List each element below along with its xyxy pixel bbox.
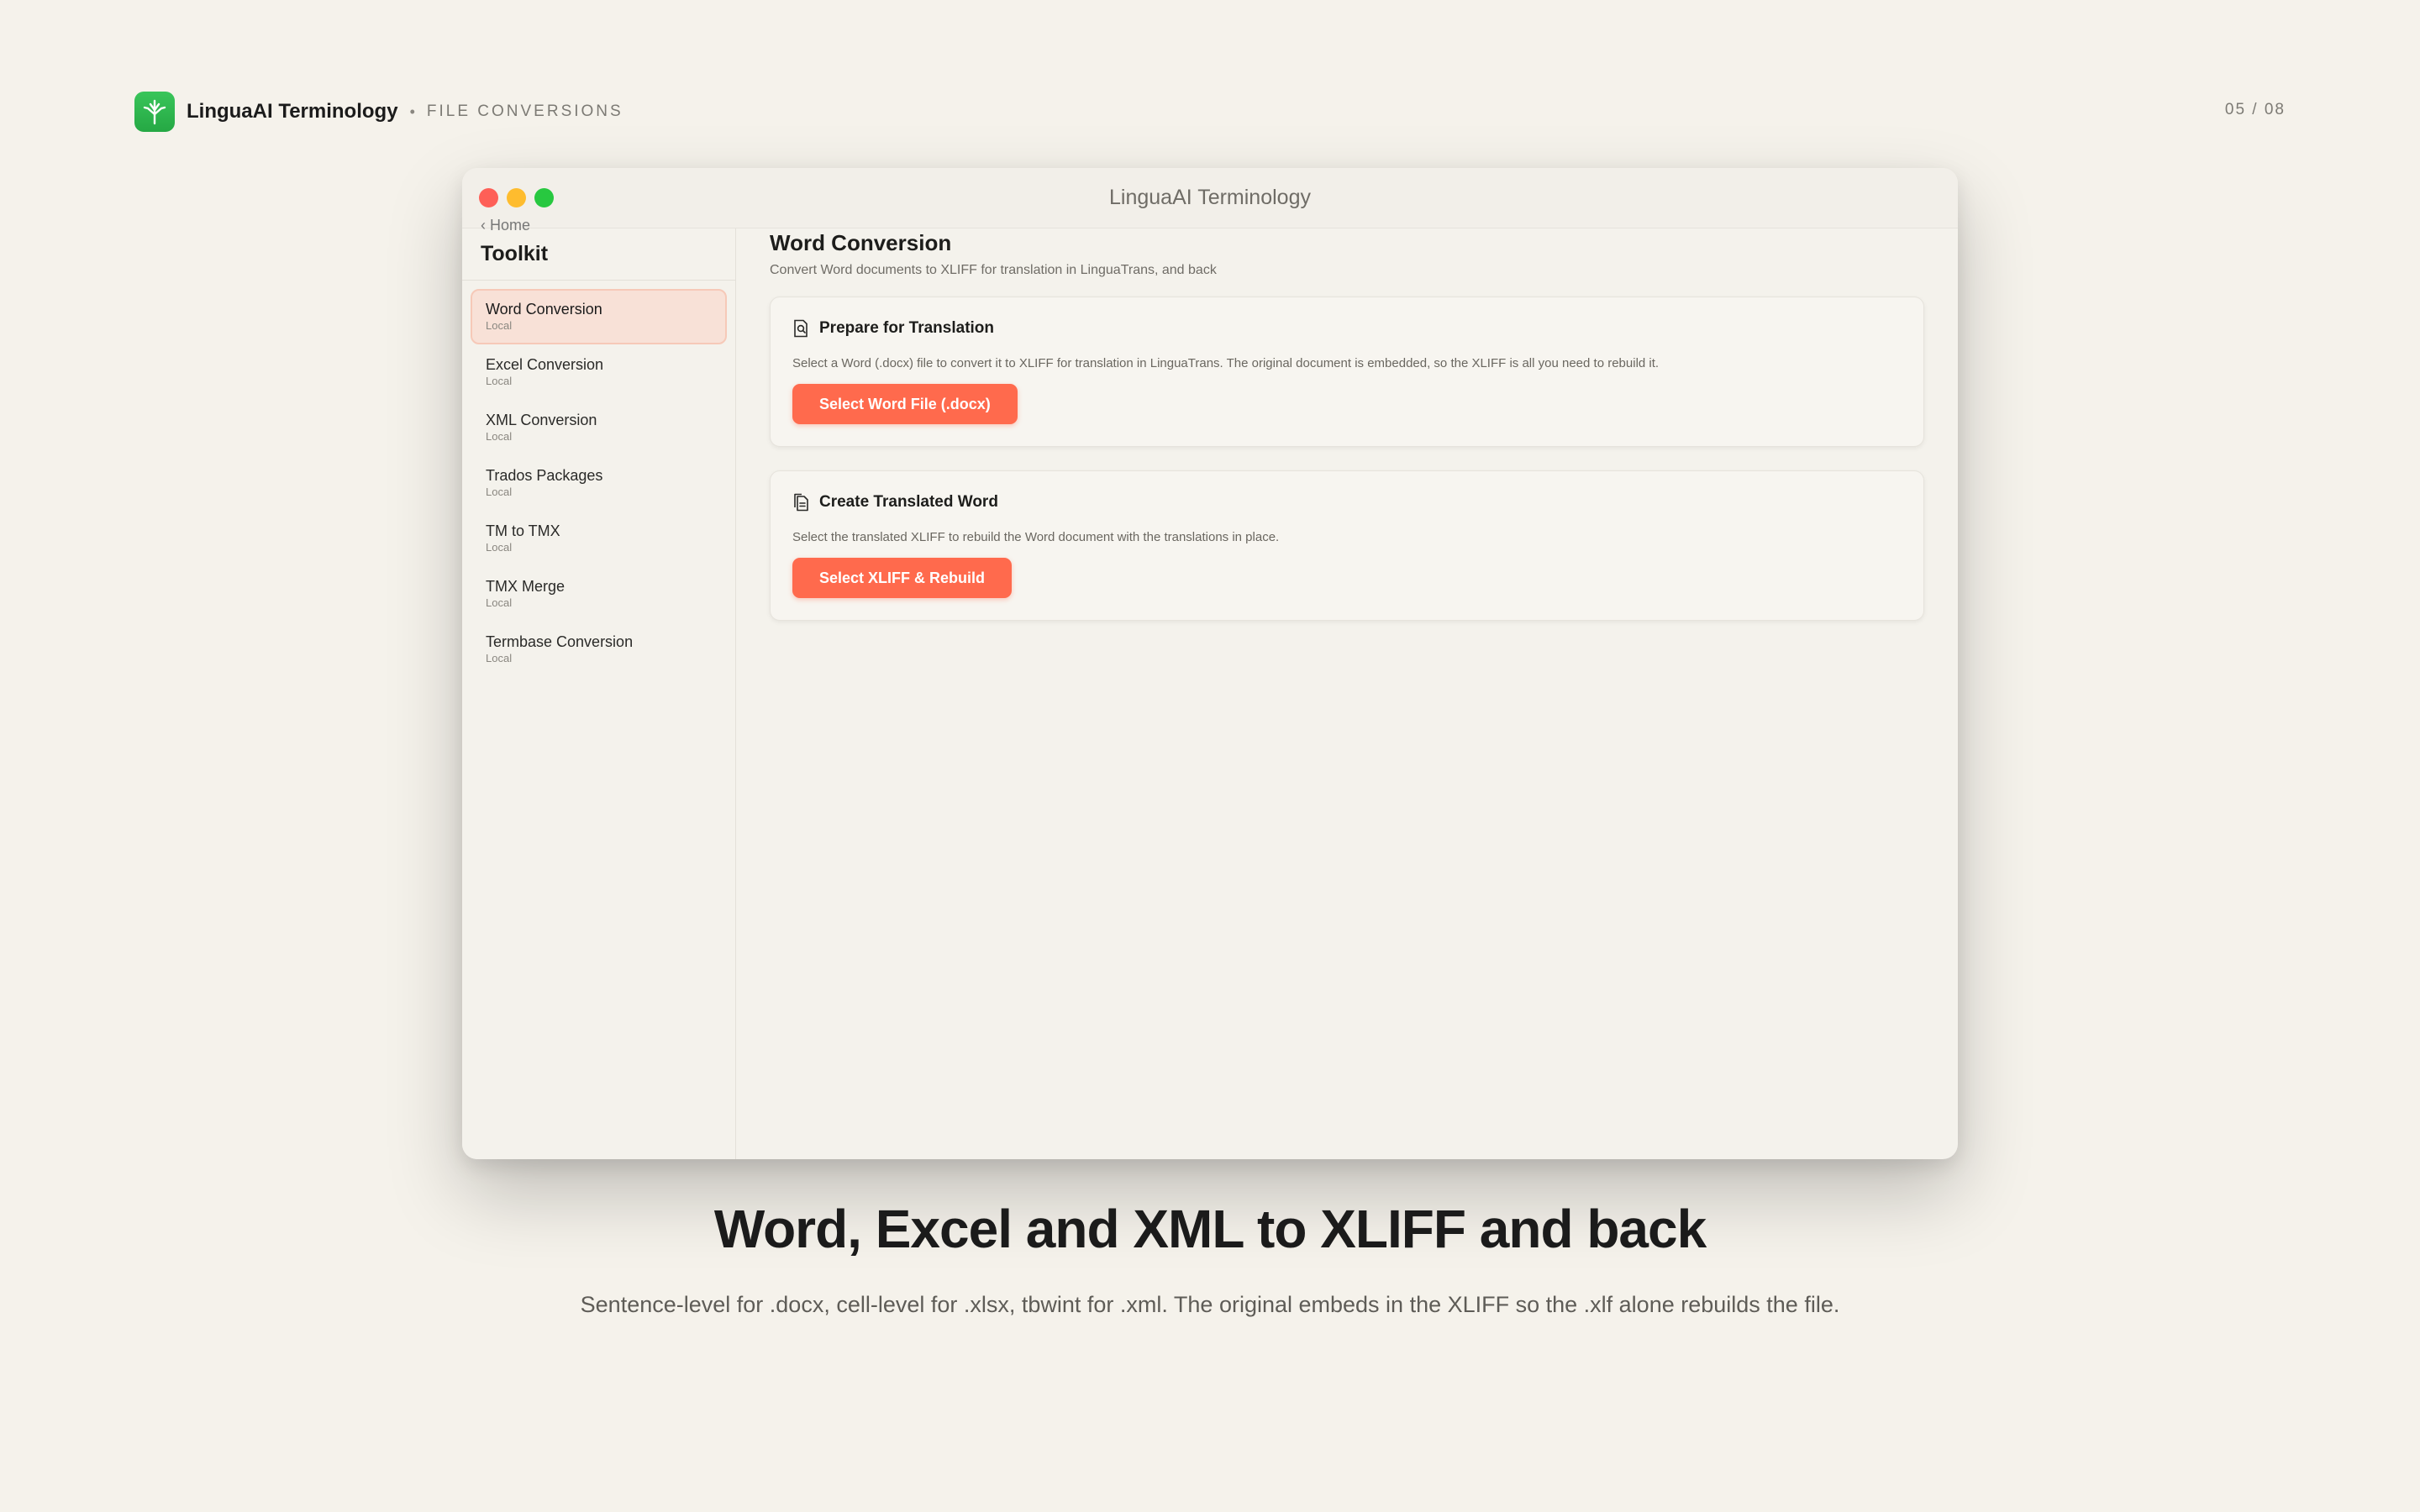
- title-bar: LinguaAI Terminology: [462, 168, 1958, 228]
- sidebar-item-label: Word Conversion: [486, 301, 602, 318]
- section-name: FILE CONVERSIONS: [426, 102, 623, 120]
- prepare-translation-card: Prepare for Translation Select a Word (.…: [770, 297, 1924, 447]
- card-description: Select the translated XLIFF to rebuild t…: [792, 530, 1280, 544]
- select-xliff-rebuild-button[interactable]: Select XLIFF & Rebuild: [792, 558, 1013, 598]
- sidebar-item-label: XML Conversion: [486, 412, 597, 428]
- select-word-file-button[interactable]: Select Word File (.docx): [792, 384, 1018, 424]
- sidebar-item-sub: Local: [486, 375, 513, 387]
- page-title: Word Conversion: [770, 230, 952, 255]
- sidebar-item-label: TM to TMX: [486, 522, 560, 539]
- sidebar-item-word-conversion[interactable]: Word Conversion Local: [471, 289, 727, 344]
- document-search-icon: [792, 319, 811, 338]
- sidebar-item-xml-conversion[interactable]: XML Conversion Local: [471, 400, 727, 455]
- card-header: Create Translated Word: [792, 493, 1902, 512]
- card-header: Prepare for Translation: [792, 319, 1902, 338]
- sidebar-item-termbase-conversion[interactable]: Termbase Conversion Local: [471, 622, 727, 677]
- slide-headline: Word, Excel and XML to XLIFF and back: [713, 1199, 1707, 1259]
- tree-icon: [134, 92, 175, 132]
- zoom-window-button[interactable]: [534, 188, 554, 207]
- sidebar-item-label: Trados Packages: [486, 467, 603, 484]
- topbar: LinguaAI Terminology • FILE CONVERSIONS: [134, 91, 623, 133]
- sidebar-item-label: Termbase Conversion: [486, 633, 634, 650]
- app-window: LinguaAI Terminology ‹ Home Toolkit Word…: [462, 168, 1958, 1159]
- sidebar-item-trados-packages[interactable]: Trados Packages Local: [471, 455, 727, 511]
- sidebar-nav: Word Conversion Local Excel Conversion L…: [462, 281, 735, 685]
- main-content: Word Conversion Convert Word documents t…: [736, 228, 1958, 1159]
- sidebar-item-sub: Local: [486, 430, 513, 443]
- sidebar-title: Toolkit: [481, 242, 549, 265]
- sidebar-item-sub: Local: [486, 319, 513, 332]
- separator: •: [409, 102, 415, 120]
- card-title: Prepare for Translation: [819, 319, 995, 337]
- documents-icon: [792, 493, 811, 512]
- slide: LinguaAI Terminology • FILE CONVERSIONS …: [0, 0, 2420, 1512]
- sidebar-item-label: Excel Conversion: [486, 356, 604, 373]
- back-home-link[interactable]: ‹ Home: [481, 217, 530, 234]
- window-title: LinguaAI Terminology: [1109, 186, 1311, 209]
- close-window-button[interactable]: [479, 188, 498, 207]
- create-translated-card: Create Translated Word Select the transl…: [770, 470, 1924, 621]
- sidebar: ‹ Home Toolkit Word Conversion Local Exc…: [462, 217, 736, 1159]
- sidebar-item-tmx-merge[interactable]: TMX Merge Local: [471, 566, 727, 622]
- slide-subline: Sentence-level for .docx, cell-level for…: [580, 1292, 1840, 1317]
- card-description: Select a Word (.docx) file to convert it…: [792, 356, 1660, 370]
- sidebar-item-sub: Local: [486, 486, 513, 498]
- window-body: ‹ Home Toolkit Word Conversion Local Exc…: [462, 217, 1958, 1159]
- sidebar-item-label: TMX Merge: [486, 578, 566, 595]
- sidebar-item-sub: Local: [486, 596, 513, 609]
- sidebar-item-sub: Local: [486, 652, 513, 664]
- minimize-window-button[interactable]: [507, 188, 526, 207]
- sidebar-item-excel-conversion[interactable]: Excel Conversion Local: [471, 344, 727, 400]
- card-title: Create Translated Word: [819, 493, 998, 511]
- page-subtitle: Convert Word documents to XLIFF for tran…: [770, 263, 1217, 277]
- sidebar-header: ‹ Home Toolkit: [462, 217, 735, 281]
- page-counter: 05 / 08: [2224, 101, 2286, 118]
- sidebar-item-tm-to-tmx[interactable]: TM to TMX Local: [471, 511, 727, 566]
- sidebar-item-sub: Local: [486, 541, 513, 554]
- window-controls: [479, 188, 554, 207]
- brand-name: LinguaAI Terminology: [187, 100, 398, 123]
